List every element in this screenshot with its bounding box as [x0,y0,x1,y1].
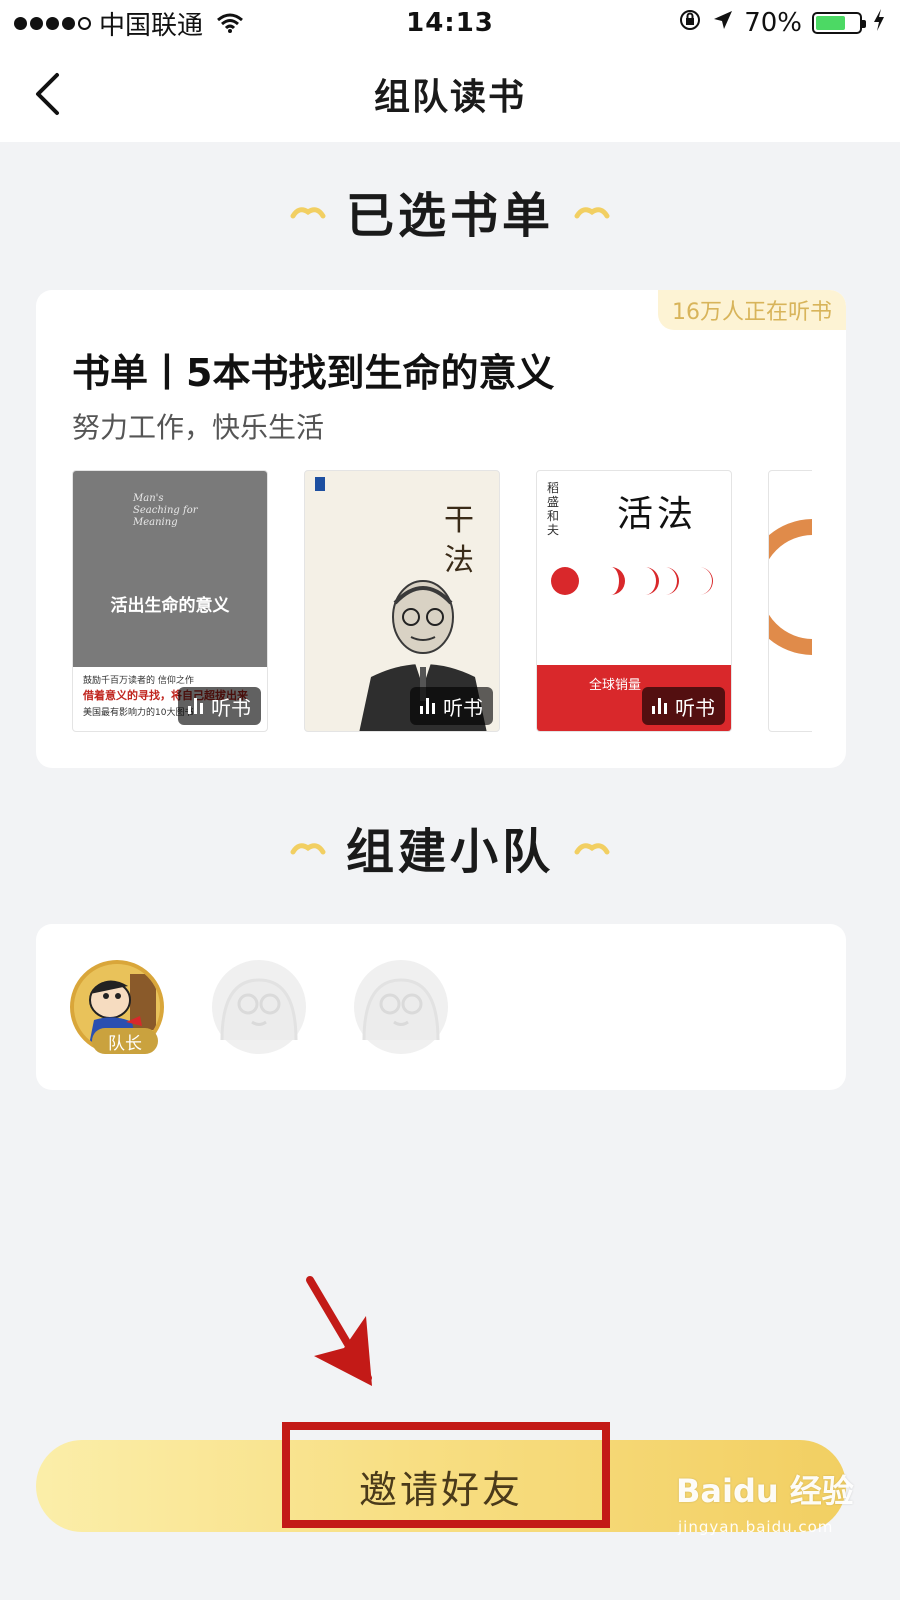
listeners-badge: 16万人正在听书 [658,290,846,330]
section-heading-selected-list: 已选书单 [0,176,900,246]
listen-label: 听书 [211,695,251,720]
section-title: 组建小队 [345,824,554,880]
signal-strength-icon [14,16,91,30]
booklist-card[interactable]: 16万人正在听书 书单丨5本书找到生命的意义 努力工作，快乐生活 Man's S… [36,290,846,768]
status-right: 70% [556,8,886,39]
status-bar: 中国联通 14:13 70% [0,0,900,46]
placeholder-avatar-icon [362,978,440,1041]
back-button[interactable] [24,70,72,118]
baidu-watermark: Baidu 经验 jingyan.baidu.com [676,1466,876,1556]
cover-english-title: Man's Seaching for Meaning [133,493,198,528]
wave-decoration-icon [290,207,326,219]
chevron-left-icon [36,73,59,115]
team-card: 队长 [36,924,846,1090]
book-cover-list: Man's Seaching for Meaning 活出生命的意义 鼓励千百万… [72,470,812,732]
location-icon [712,8,734,38]
battery-percent: 70% [744,8,802,38]
empty-member-slot[interactable] [212,960,306,1054]
listen-tag[interactable]: 听书 [178,687,261,725]
listen-label: 听书 [443,695,483,720]
listen-tag[interactable]: 听书 [410,687,493,725]
charging-icon [872,8,886,39]
cover-tagline: 鼓励千百万读者的 信仰之作 [83,676,194,686]
rotation-lock-icon [678,8,702,39]
audio-bars-icon [420,698,435,714]
section-heading-build-team: 组建小队 [0,812,900,882]
captain-badge: 队长 [92,1028,158,1054]
listen-tag[interactable]: 听书 [642,687,725,725]
publisher-logo-icon [315,477,325,491]
nav-bar: 组队读书 [0,46,900,142]
section-title: 已选书单 [345,188,554,244]
listen-label: 听书 [675,695,715,720]
audio-bars-icon [188,698,203,714]
cover-tagline: 美国最有影响力的10大图书 [83,708,194,718]
annotation-arrow-icon [306,1276,372,1386]
cover-author: 稻盛和夫 [547,481,560,537]
moon-phases-icon [551,567,713,595]
watermark-url: jingyan.baidu.com [678,1518,834,1536]
cover-art-icon [769,519,812,655]
wifi-icon [217,13,243,33]
battery-fill [816,16,846,30]
cover-title: 活法 [617,494,698,535]
booklist-subtitle: 努力工作，快乐生活 [72,411,325,444]
page-title: 组队读书 [373,77,526,118]
clock: 14:13 [406,8,494,38]
book-cover[interactable]: 干法 听书 [304,470,500,732]
status-left: 中国联通 [14,5,344,42]
cover-band-text: 全球销量 [589,678,642,693]
carrier-name: 中国联通 [99,10,204,41]
empty-member-slot[interactable] [354,960,448,1054]
wave-decoration-icon [574,207,610,219]
annotation-highlight-box [282,1422,610,1528]
battery-icon [812,12,866,34]
placeholder-avatar-icon [220,978,298,1041]
book-cover[interactable]: Man's Seaching for Meaning 活出生命的意义 鼓励千百万… [72,470,268,732]
watermark-brand: Baidu 经验 [676,1472,854,1510]
booklist-title: 书单丨5本书找到生命的意义 [72,351,555,395]
wave-decoration-icon [290,843,326,855]
audio-bars-icon [652,698,667,714]
book-cover[interactable]: 稻盛和夫 活法 全球销量 听书 [536,470,732,732]
cover-title: 活出生命的意义 [110,596,230,616]
book-cover[interactable] [768,470,812,732]
wave-decoration-icon [574,843,610,855]
